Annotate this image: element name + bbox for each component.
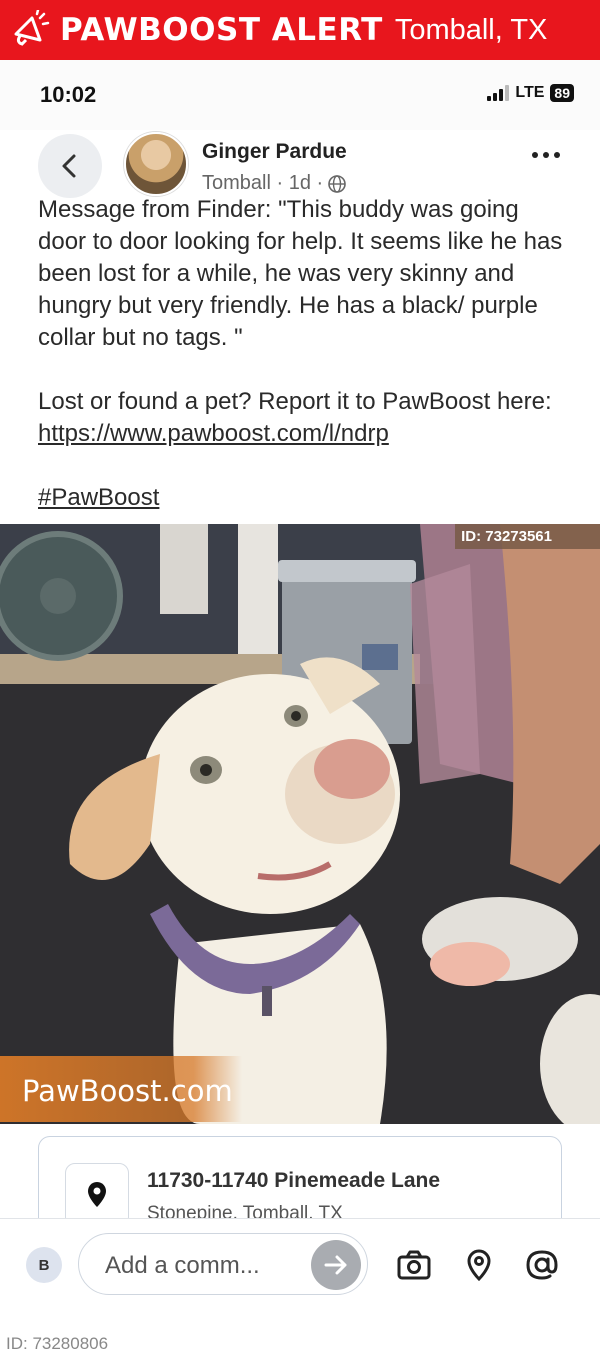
- comment-bar: B Add a comm...: [0, 1218, 600, 1308]
- address-street: 11730-11740 Pinemeade Lane: [147, 1169, 441, 1192]
- post-meta: Tomball · 1d ·: [202, 172, 347, 195]
- camera-icon[interactable]: [396, 1247, 432, 1283]
- hashtag-link[interactable]: #PawBoost: [38, 484, 159, 511]
- author-name[interactable]: Ginger Pardue: [202, 140, 347, 164]
- status-bar: 10:02 LTE 89: [0, 60, 600, 130]
- post-paragraph: Message from Finder: "This buddy was goi…: [38, 196, 563, 351]
- globe-icon: [328, 174, 346, 193]
- back-button[interactable]: [38, 134, 102, 198]
- banner-location: Tomball, TX: [394, 13, 548, 46]
- banner-title: PAWBOOST ALERT: [60, 12, 383, 48]
- send-button[interactable]: [311, 1240, 361, 1290]
- report-text: Lost or found a pet? Report it to PawBoo…: [38, 388, 552, 415]
- author-avatar[interactable]: [124, 132, 188, 196]
- chevron-left-icon: [62, 154, 76, 178]
- pet-photo[interactable]: ID: 73273561: [0, 524, 600, 1124]
- battery-level: 89: [550, 84, 574, 102]
- location-icon[interactable]: [461, 1247, 497, 1283]
- mention-icon[interactable]: [524, 1247, 560, 1283]
- post-meta-text: Tomball · 1d ·: [202, 172, 324, 194]
- comment-placeholder: Add a comm...: [105, 1252, 260, 1279]
- arrow-right-icon: [324, 1255, 347, 1275]
- network-type: LTE: [515, 84, 545, 101]
- post-body: Message from Finder: "This buddy was goi…: [38, 194, 568, 546]
- comment-input[interactable]: Add a comm...: [78, 1233, 368, 1295]
- post-header: Ginger Pardue Tomball · 1d ·: [0, 130, 600, 200]
- signal-icon: [487, 85, 510, 101]
- user-avatar[interactable]: B: [26, 1247, 62, 1283]
- status-time: 10:02: [40, 82, 97, 107]
- footer-id: ID: 73280806: [6, 1334, 109, 1353]
- photo-id-label: ID: 73273561: [455, 524, 600, 549]
- pawboost-watermark: PawBoost.com: [0, 1056, 242, 1122]
- more-options-button[interactable]: [532, 152, 560, 158]
- report-link[interactable]: https://www.pawboost.com/l/ndrp: [38, 420, 389, 447]
- megaphone-icon: [8, 8, 52, 52]
- alert-banner: PAWBOOST ALERT Tomball, TX: [0, 0, 600, 60]
- post-paragraph-report: Lost or found a pet? Report it to PawBoo…: [38, 386, 568, 450]
